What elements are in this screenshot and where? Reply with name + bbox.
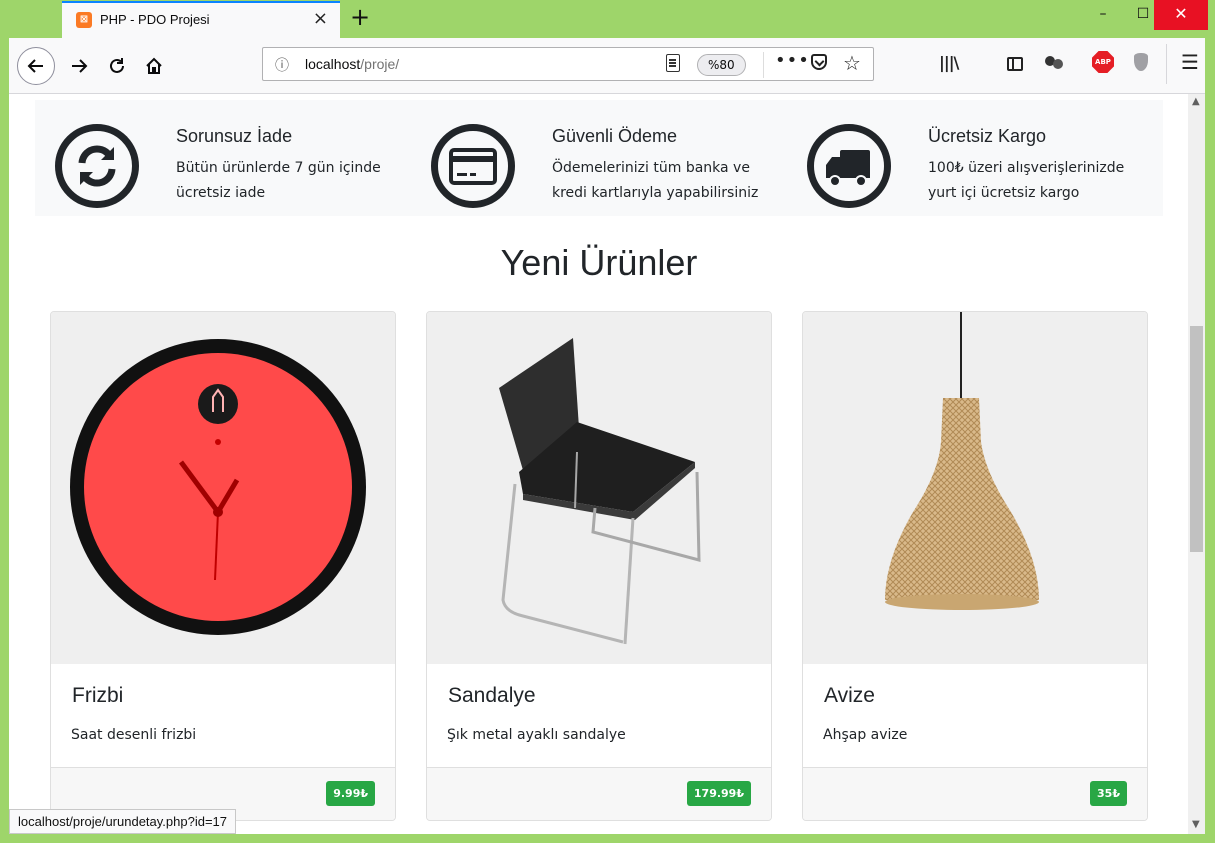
navigation-toolbar: ⓘ localhost/proje/ %80 ••• ☆ |||\ ABP ☰: [9, 38, 1205, 94]
feature-title: Güvenli Ödeme: [552, 126, 678, 146]
scroll-down-icon[interactable]: ▼: [1192, 819, 1200, 830]
product-card[interactable]: Frizbi Saat desenli frizbi 9.99₺: [50, 311, 396, 821]
sidebar-toggle-icon[interactable]: [1007, 57, 1023, 71]
status-url-tooltip: localhost/proje/urundetay.php?id=17: [9, 809, 236, 834]
product-description: Saat desenli frizbi: [71, 727, 197, 743]
truck-icon: [807, 124, 891, 208]
xampp-favicon-icon: ⊠: [76, 12, 92, 28]
scroll-up-icon[interactable]: ▲: [1192, 96, 1200, 107]
credit-card-icon: [431, 124, 515, 208]
product-card[interactable]: Sandalye Şık metal ayaklı sandalye 179.9…: [426, 311, 772, 821]
feature-text: Ödemelerinizi tüm banka ve kredi kartlar…: [552, 160, 759, 201]
clock-frisbee-image[interactable]: [51, 312, 395, 664]
title-bar: ⊠ PHP - PDO Projesi × + – ☐ ✕: [0, 0, 1215, 38]
forward-arrow-icon: [72, 59, 88, 73]
feature-return: Sorunsuz İade Bütün ürünlerde 7 gün için…: [35, 100, 411, 216]
home-button[interactable]: [136, 48, 172, 84]
product-title[interactable]: Avize: [824, 684, 875, 708]
browser-tab[interactable]: ⊠ PHP - PDO Projesi ×: [62, 1, 340, 38]
feature-title: Ücretsiz Kargo: [928, 126, 1047, 146]
reload-icon: [110, 58, 124, 73]
product-title[interactable]: Frizbi: [72, 684, 123, 708]
page-actions-icon[interactable]: •••: [775, 50, 810, 71]
product-description: Şık metal ayaklı sandalye: [447, 727, 626, 743]
product-card[interactable]: Avize Ahşap avize 35₺: [802, 311, 1148, 821]
product-title[interactable]: Sandalye: [448, 684, 536, 708]
vertical-scrollbar[interactable]: ▲ ▼: [1188, 94, 1205, 834]
card-footer: 179.99₺: [427, 767, 771, 820]
library-icon[interactable]: |||\: [939, 53, 959, 72]
new-tab-button[interactable]: +: [348, 3, 372, 31]
back-arrow-icon: [27, 59, 43, 73]
close-window-button[interactable]: ✕: [1154, 0, 1208, 30]
toolbar-divider: [1166, 44, 1167, 84]
price-badge: 35₺: [1090, 781, 1127, 806]
feature-text: Bütün ürünlerde 7 gün içinde ücretsiz ia…: [176, 160, 381, 201]
price-badge: 179.99₺: [686, 781, 751, 806]
bookmark-star-icon[interactable]: ☆: [843, 51, 861, 75]
tab-close-icon[interactable]: ×: [313, 8, 328, 29]
refresh-icon: [55, 124, 139, 208]
zoom-level-badge[interactable]: %80: [697, 54, 746, 76]
chair-image[interactable]: [427, 312, 771, 664]
url-divider: [763, 52, 764, 78]
scrollbar-thumb[interactable]: [1190, 326, 1203, 552]
reload-button[interactable]: [99, 48, 135, 84]
pendant-lamp-image[interactable]: [803, 312, 1147, 664]
url-text[interactable]: localhost/proje/: [305, 56, 399, 72]
reader-view-icon[interactable]: [666, 54, 680, 72]
price-badge: 9.99₺: [326, 781, 375, 806]
product-description: Ahşap avize: [823, 727, 908, 743]
url-bar[interactable]: ⓘ localhost/proje/ %80 ••• ☆: [262, 47, 874, 81]
adblock-plus-icon[interactable]: ABP: [1092, 51, 1114, 73]
site-info-icon[interactable]: ⓘ: [275, 55, 289, 75]
section-title: Yeni Ürünler: [500, 242, 698, 283]
feature-payment: Güvenli Ödeme Ödemelerinizi tüm banka ve…: [411, 100, 787, 216]
features-strip: Sorunsuz İade Bütün ürünlerde 7 gün için…: [35, 100, 1163, 216]
hamburger-menu-icon[interactable]: ☰: [1181, 50, 1199, 74]
feature-shipping: Ücretsiz Kargo 100₺ üzeri alışverişlerin…: [787, 100, 1163, 216]
tab-title: PHP - PDO Projesi: [100, 12, 210, 27]
feature-title: Sorunsuz İade: [176, 126, 293, 146]
home-icon: [146, 57, 162, 74]
feature-text: 100₺ üzeri alışverişlerinizde yurt içi ü…: [928, 160, 1125, 201]
forward-button[interactable]: [61, 48, 97, 84]
back-button[interactable]: [17, 47, 55, 85]
card-footer: 35₺: [803, 767, 1147, 820]
privacy-shield-icon[interactable]: [1134, 53, 1148, 71]
pocket-icon[interactable]: [811, 54, 827, 70]
page-viewport[interactable]: Sorunsuz İade Bütün ürünlerde 7 gün için…: [9, 94, 1205, 834]
